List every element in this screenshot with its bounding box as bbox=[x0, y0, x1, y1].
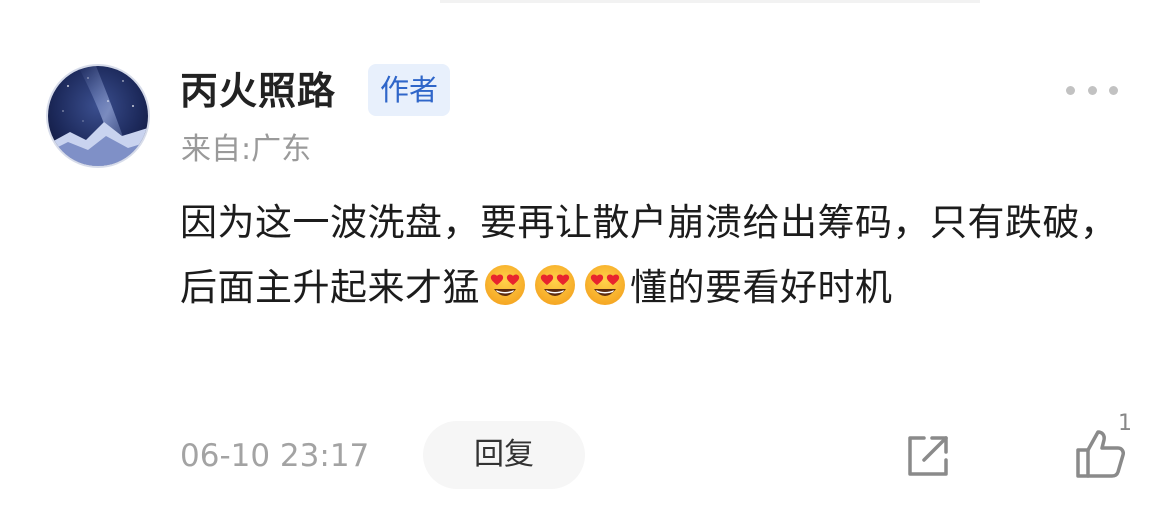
avatar[interactable] bbox=[46, 64, 150, 168]
share-button[interactable] bbox=[900, 428, 956, 484]
emoji-group bbox=[480, 265, 630, 309]
location-label: 来自:广东 bbox=[181, 132, 312, 167]
heart-eyes-emoji bbox=[535, 265, 575, 305]
more-button[interactable] bbox=[1060, 74, 1124, 106]
avatar-image bbox=[48, 66, 148, 166]
comment-text-part2: 懂的要看好时机 bbox=[630, 266, 893, 309]
more-dot bbox=[1109, 85, 1118, 95]
divider bbox=[440, 0, 980, 3]
more-dot bbox=[1087, 85, 1097, 95]
more-dots-icon bbox=[1066, 85, 1075, 95]
timestamp: 06-10 23:17 bbox=[180, 438, 370, 474]
share-icon bbox=[908, 436, 948, 476]
author-badge: 作者 bbox=[368, 64, 450, 116]
username[interactable]: 丙火照路 bbox=[180, 64, 336, 118]
heart-eyes-emoji bbox=[585, 265, 625, 305]
reply-button[interactable]: 回复 bbox=[423, 421, 585, 489]
comment-text: 因为这一波洗盘，要再让散户崩溃给出筹码，只有跌破，后面主升起来才猛 懂的要看好时机 bbox=[180, 190, 1142, 320]
comment-card: 丙火照路 作者 来自:广东 因为这一波洗盘，要再让散户崩溃给出筹码，只有跌破，后… bbox=[0, 0, 1176, 532]
like-count: 1 bbox=[1118, 411, 1132, 436]
heart-eyes-emoji bbox=[485, 265, 525, 305]
